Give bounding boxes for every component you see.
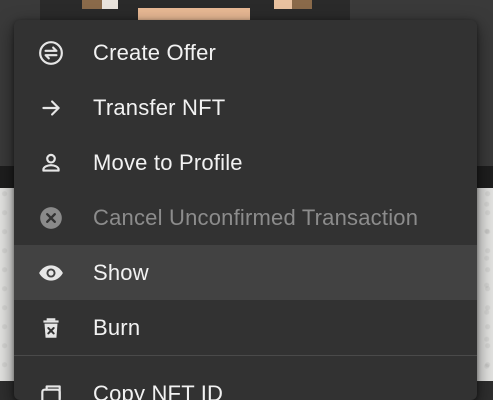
menu-item-label: Create Offer	[93, 40, 216, 66]
menu-item-label: Move to Profile	[93, 150, 243, 176]
eye-icon	[38, 260, 64, 286]
menu-item-label: Cancel Unconfirmed Transaction	[93, 205, 418, 231]
copy-icon	[38, 381, 64, 400]
swap-circle-icon	[38, 40, 64, 66]
nft-context-menu: Create Offer Transfer NFT Move to Profil…	[14, 20, 477, 400]
menu-item-label: Show	[93, 260, 149, 286]
menu-item-transfer-nft[interactable]: Transfer NFT	[14, 80, 477, 135]
arrow-right-icon	[38, 95, 64, 121]
person-icon	[38, 150, 64, 176]
menu-item-label: Transfer NFT	[93, 95, 225, 121]
cancel-circle-icon	[38, 205, 64, 231]
menu-item-cancel-unconfirmed-transaction: Cancel Unconfirmed Transaction	[14, 190, 477, 245]
menu-item-label: Copy NFT ID	[93, 381, 223, 400]
menu-item-copy-nft-id[interactable]: Copy NFT ID	[14, 356, 477, 400]
menu-item-move-to-profile[interactable]: Move to Profile	[14, 135, 477, 190]
menu-item-burn[interactable]: Burn	[14, 300, 477, 355]
menu-item-label: Burn	[93, 315, 140, 341]
nft-thumbnail	[40, 0, 350, 22]
delete-icon	[38, 315, 64, 341]
menu-item-create-offer[interactable]: Create Offer	[14, 25, 477, 80]
menu-item-show[interactable]: Show	[14, 245, 477, 300]
